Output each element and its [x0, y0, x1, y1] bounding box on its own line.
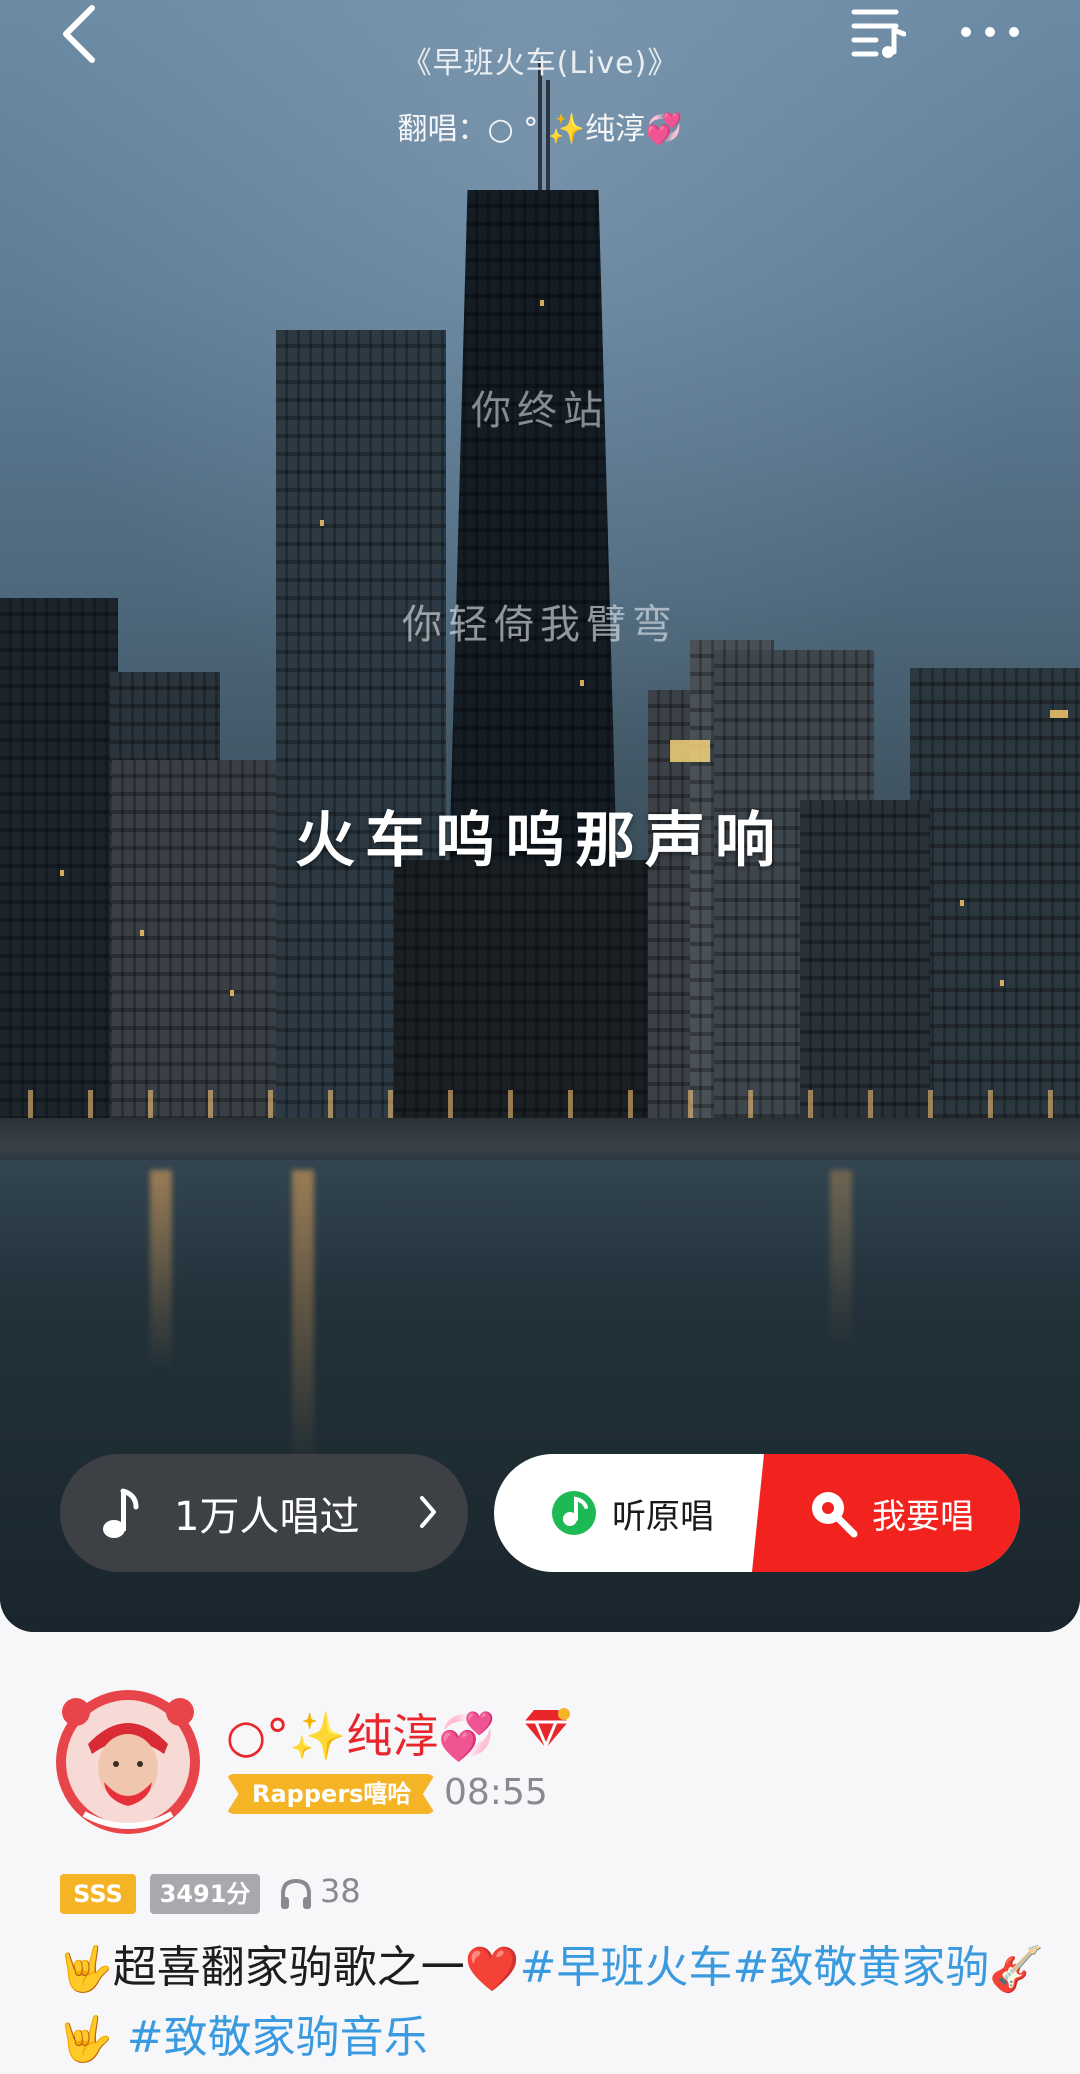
listen-original-button[interactable]: 听原唱 — [494, 1454, 794, 1572]
light-reflection — [830, 1170, 852, 1350]
building — [910, 668, 1080, 1128]
chevron-right-icon — [420, 1496, 436, 1528]
window-light — [1050, 710, 1068, 718]
guitar-icon: 🎸 — [989, 1944, 1045, 1995]
lyric-line-previous: 你终站 — [471, 388, 609, 434]
heart-icon: ❤️ — [464, 1944, 520, 1995]
song-title: 《早班火车(Live)》 — [401, 46, 679, 81]
window-light — [320, 520, 324, 526]
cover-artist: ○ ° ✨纯淳💞 — [487, 112, 683, 147]
sung-count-button[interactable]: 1万人唱过 — [60, 1454, 468, 1572]
hashtag-link[interactable]: #致敬黄家驹 — [732, 1942, 989, 1993]
lyric-line-previous: 你轻倚我臂弯 — [402, 602, 678, 648]
window-light — [540, 300, 544, 306]
i-want-sing-button[interactable]: 我要唱 — [752, 1454, 1020, 1572]
sing-actions: 听原唱 我要唱 — [494, 1454, 1020, 1572]
music-note-icon — [103, 1488, 139, 1538]
post-description: 🤟超喜翻家驹歌之一❤️#早班火车#致敬黄家驹🎸🤟 #致敬家驹音乐 — [58, 1934, 1048, 2074]
microphone-icon — [812, 1492, 858, 1538]
window-light — [960, 900, 964, 906]
grade-badge: SSS — [60, 1874, 136, 1914]
rock-hand-icon: 🤟 — [58, 2014, 113, 2065]
sung-count-label: 1万人唱过 — [174, 1494, 360, 1540]
description-text: 超喜翻家驹歌之一 — [112, 1942, 465, 1993]
hashtag-link[interactable]: #致敬家驹音乐 — [127, 2012, 428, 2063]
avatar[interactable] — [54, 1688, 202, 1836]
genre-tag: Rappers嘻哈 — [226, 1774, 436, 1814]
lyric-line-current: 火车呜呜那声响 — [295, 806, 785, 876]
i-want-sing-label: 我要唱 — [872, 1496, 974, 1537]
window-light — [670, 740, 710, 762]
headphones-icon — [281, 1878, 311, 1909]
light-reflection — [150, 1170, 172, 1370]
cover-label: 翻唱： — [397, 112, 488, 147]
rock-hand-icon: 🤟 — [58, 1944, 113, 1995]
post-time: 08:55 — [444, 1772, 548, 1813]
window-light — [1000, 980, 1004, 986]
listen-count: 38 — [320, 1872, 361, 1910]
window-light — [230, 990, 234, 996]
street-lights — [0, 1090, 1080, 1120]
cover-artist-line: 翻唱：○ ° ✨纯淳💞 — [0, 104, 1080, 148]
window-light — [580, 680, 584, 686]
vip-diamond-icon — [524, 1708, 570, 1750]
hashtag-link[interactable]: #早班火车 — [520, 1942, 733, 1993]
window-light — [140, 930, 144, 936]
light-reflection — [292, 1170, 314, 1470]
video-player[interactable]: 《早班火车(Live)》 翻唱：○ ° ✨纯淳💞 你终站 你轻倚我臂弯 火车呜呜… — [0, 0, 1080, 1632]
qq-music-logo-icon — [552, 1491, 596, 1535]
username[interactable]: ○°✨纯淳💞 — [226, 1700, 496, 1766]
score-badge: 3491分 — [150, 1874, 260, 1914]
listen-original-label: 听原唱 — [612, 1496, 714, 1537]
